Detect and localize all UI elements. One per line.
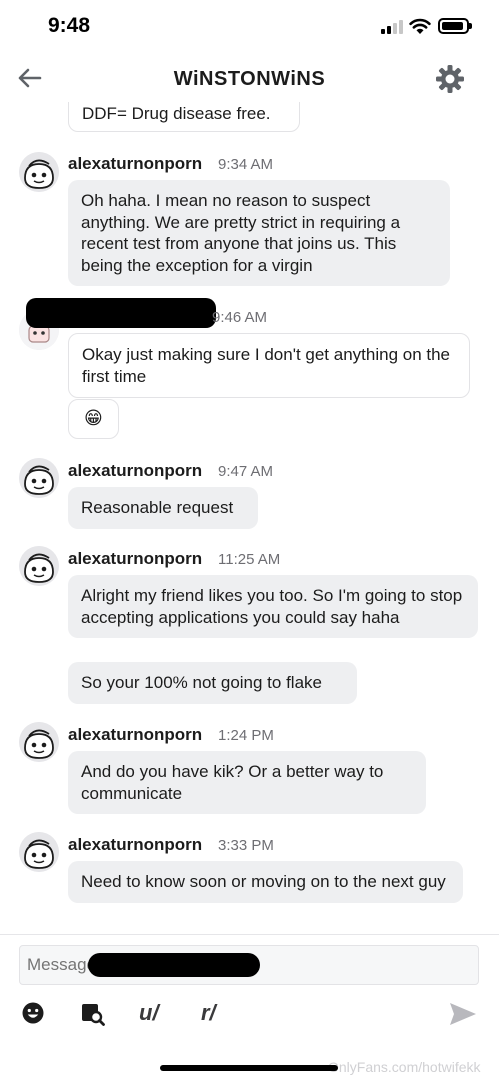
message-username[interactable]: alexaturnonporn xyxy=(68,725,202,745)
message-username[interactable]: alexaturnonporn xyxy=(68,461,202,481)
send-icon[interactable] xyxy=(448,1001,478,1027)
emoji-icon[interactable] xyxy=(21,999,45,1027)
avatar[interactable] xyxy=(19,832,59,872)
message-timestamp: 9:47 AM xyxy=(218,463,274,480)
message-list[interactable]: DDF= Drug disease free. alexaturnonporn … xyxy=(0,102,499,934)
message-timestamp: 9:46 AM xyxy=(212,309,268,326)
chat-header: WiNSTONWiNS xyxy=(0,56,499,102)
avatar[interactable] xyxy=(19,722,59,762)
message-timestamp: 3:33 PM xyxy=(218,837,274,854)
watermark-text: OnlyFans.com/hotwifekk xyxy=(328,1059,481,1075)
message-username[interactable]: alexaturnonporn xyxy=(68,835,202,855)
message-timestamp: 9:34 AM xyxy=(218,156,274,173)
avatar[interactable] xyxy=(19,458,59,498)
avatar[interactable] xyxy=(19,152,59,192)
message-username[interactable]: alexaturnonporn xyxy=(68,549,202,569)
gif-search-icon[interactable] xyxy=(81,999,105,1027)
message-bubble: Need to know soon or moving on to the ne… xyxy=(68,861,463,903)
user-mention-button[interactable]: u/ xyxy=(139,999,159,1027)
message-bubble: Reasonable request xyxy=(68,487,258,529)
emoji-reaction[interactable]: 😁 xyxy=(68,399,119,439)
wifi-icon xyxy=(409,18,431,34)
home-indicator[interactable] xyxy=(160,1065,338,1071)
subreddit-mention-button[interactable]: r/ xyxy=(201,999,216,1027)
message-bubble: Oh haha. I mean no reason to suspect any… xyxy=(68,180,450,286)
battery-icon xyxy=(438,18,472,34)
message-bubble: Okay just making sure I don't get anythi… xyxy=(68,333,470,398)
redacted-username xyxy=(26,298,216,328)
status-bar: 9:48 xyxy=(0,0,499,56)
avatar[interactable] xyxy=(19,546,59,586)
gear-icon[interactable] xyxy=(433,62,467,96)
message-username[interactable]: alexaturnonporn xyxy=(68,154,202,174)
message-timestamp: 1:24 PM xyxy=(218,727,274,744)
chat-title: WiNSTONWiNS xyxy=(173,68,326,90)
message-timestamp: 11:25 AM xyxy=(218,551,281,568)
message-composer: u/ r/ OnlyFans.com/hotwifekk xyxy=(0,934,499,1080)
message-bubble: And do you have kik? Or a better way to … xyxy=(68,751,426,814)
redacted-input-text xyxy=(88,953,260,977)
message-bubble: So your 100% not going to flake xyxy=(68,662,357,704)
message-bubble: DDF= Drug disease free. xyxy=(68,102,300,132)
message-bubble: Alright my friend likes you too. So I'm … xyxy=(68,575,478,638)
status-time: 9:48 xyxy=(48,14,91,37)
signal-icon xyxy=(381,20,403,34)
